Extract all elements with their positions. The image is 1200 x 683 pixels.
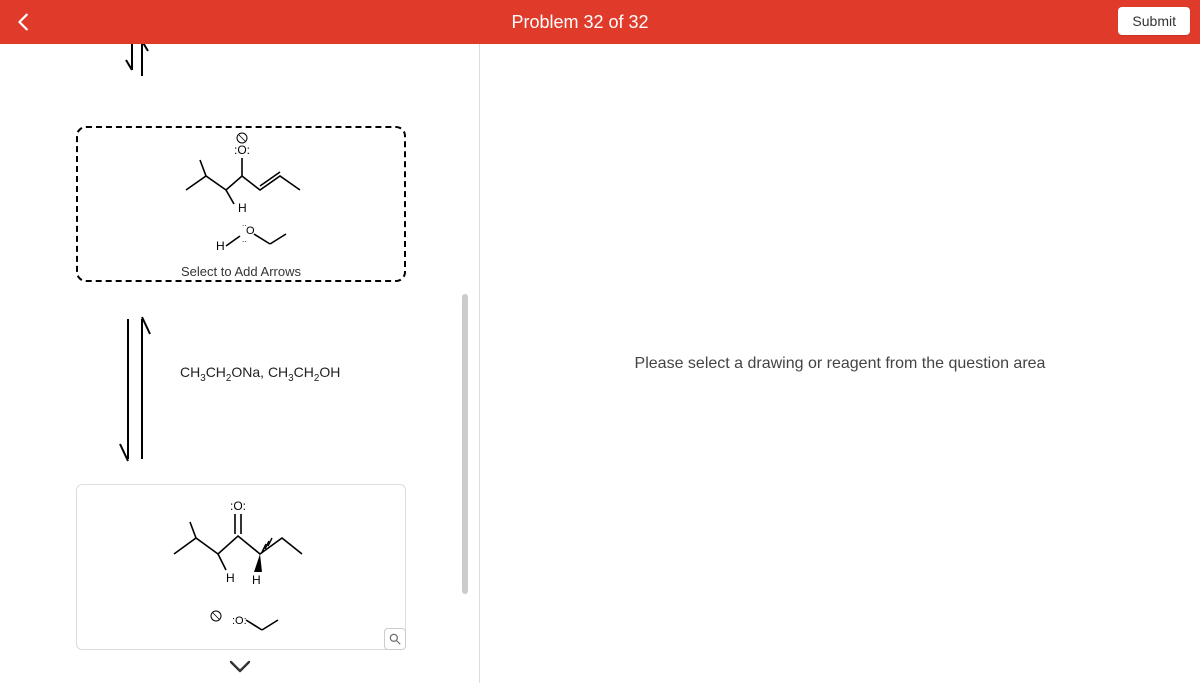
structure-1-svg: :O: H H O .. .. <box>156 132 326 262</box>
svg-text:H: H <box>216 239 225 253</box>
submit-button[interactable]: Submit <box>1118 7 1190 35</box>
svg-text:..: .. <box>242 219 246 228</box>
scroll-down-button[interactable] <box>225 657 255 677</box>
app-header: Problem 32 of 32 Submit <box>0 0 1200 44</box>
back-button[interactable] <box>6 4 42 40</box>
svg-text:..: .. <box>242 235 246 244</box>
svg-text:O: O <box>246 225 255 237</box>
svg-text::O:: :O: <box>234 143 250 157</box>
page-title: Problem 32 of 32 <box>511 12 648 33</box>
svg-text::O:: :O: <box>230 499 246 513</box>
svg-text::O:: :O: <box>232 615 247 627</box>
equilibrium-arrow-top <box>120 44 160 81</box>
structure-card-selected[interactable]: :O: H H O .. .. Select to Add <box>76 126 406 282</box>
magnify-icon <box>388 632 402 646</box>
zoom-button[interactable] <box>384 628 406 650</box>
svg-text:H: H <box>226 571 235 585</box>
structure-2-svg: :O: H H <box>146 492 336 642</box>
answer-panel: Please select a drawing or reagent from … <box>480 44 1200 683</box>
reagent-label: CH3CH2ONa, CH3CH2OH <box>180 364 340 384</box>
equilibrium-arrow <box>108 309 168 469</box>
question-panel: :O: H H O .. .. Select to Add <box>0 44 480 683</box>
svg-text:H: H <box>252 573 261 587</box>
select-hint-text: Select to Add Arrows <box>181 264 301 279</box>
svg-text:H: H <box>238 201 247 215</box>
arrow-left-icon <box>13 11 35 33</box>
scrollbar[interactable] <box>462 294 468 594</box>
answer-placeholder: Please select a drawing or reagent from … <box>635 355 1046 373</box>
structure-card-2[interactable]: :O: H H <box>76 484 406 650</box>
chevron-down-icon <box>229 660 251 674</box>
